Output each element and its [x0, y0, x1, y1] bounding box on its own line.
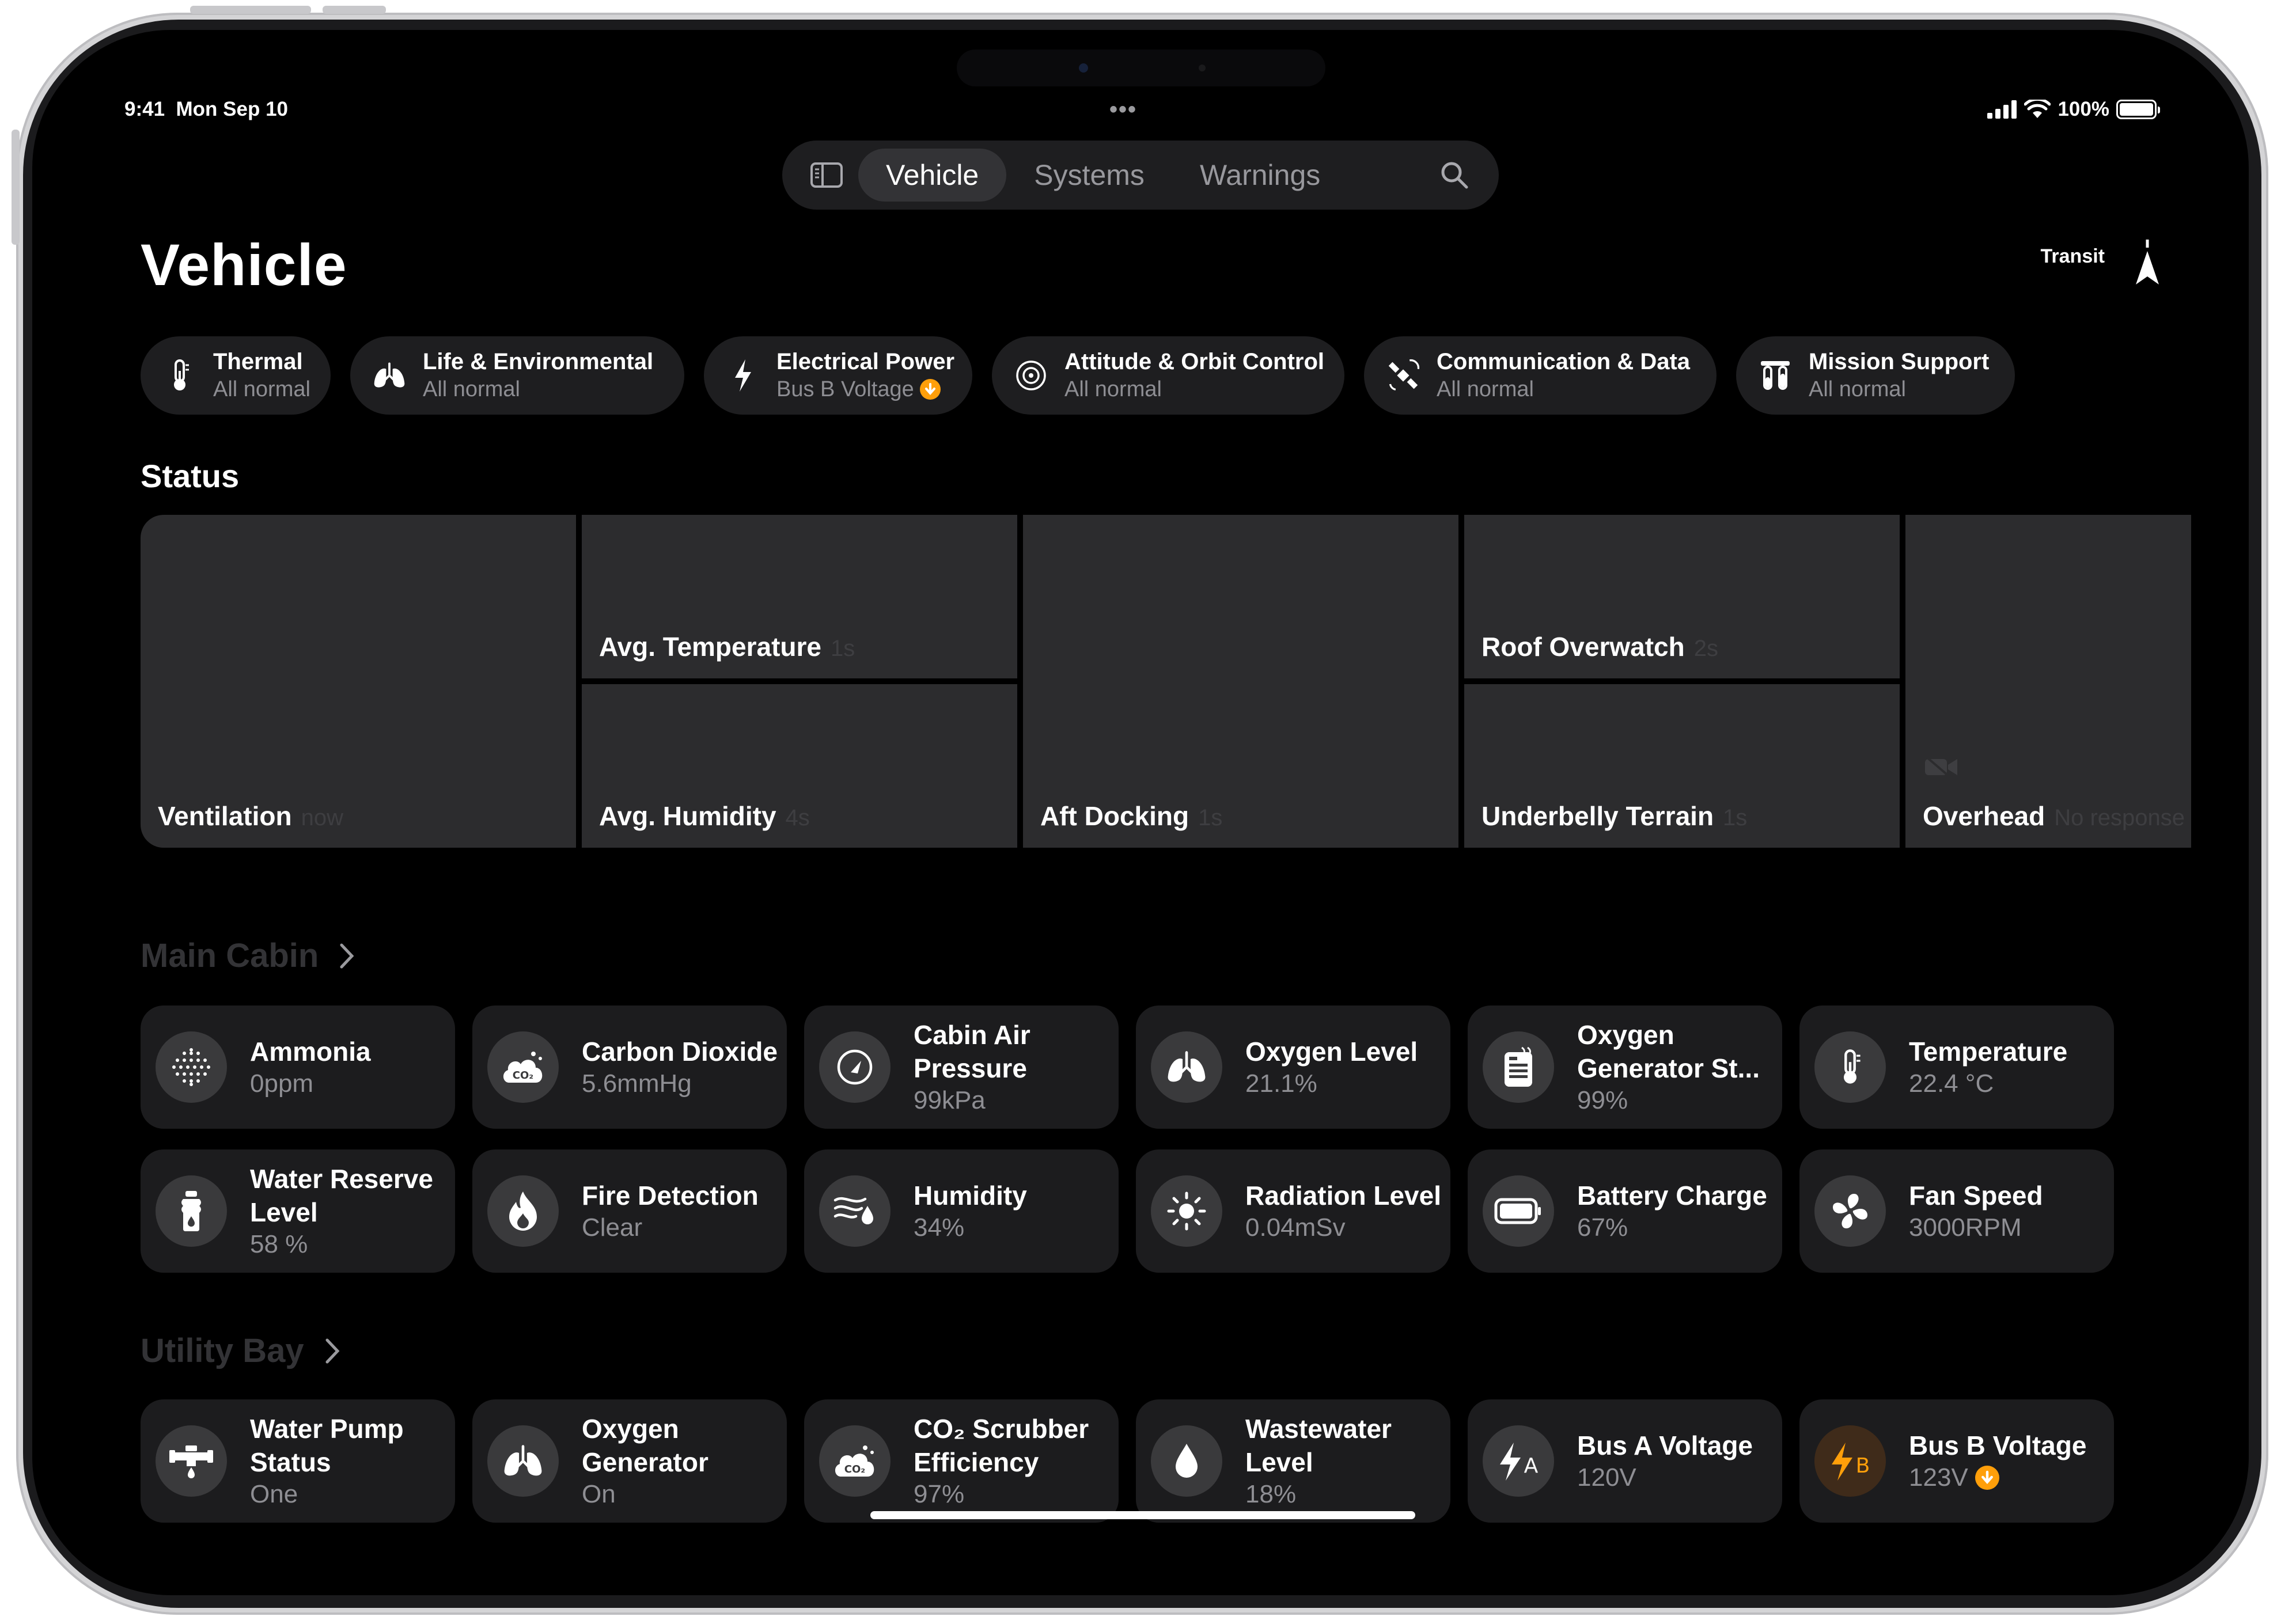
tab-vehicle[interactable]: Vehicle [858, 149, 1007, 202]
page-title: Vehicle [141, 232, 347, 298]
tile-oxygen-generator-status[interactable]: Oxygen Generator St... 99% [1468, 1005, 1782, 1129]
humidity-icon [819, 1175, 891, 1247]
pipe-valve-icon [156, 1425, 227, 1497]
camera-tile[interactable]: Roof Overwatch 2s [1464, 515, 1900, 678]
camera-tile[interactable]: Avg. Humidity 4s [582, 684, 1017, 848]
water-bottle-icon [156, 1175, 227, 1247]
camera-grid: Ventilation now Avg. Temperature 1s Avg. H… [141, 515, 2191, 849]
chevron-right-icon [325, 1338, 340, 1363]
flame-icon [487, 1175, 559, 1247]
status-section-title: Status [141, 458, 240, 494]
multitasking-dots[interactable]: ••• [1109, 97, 1137, 123]
svg-text:B: B [1856, 1454, 1870, 1478]
orbit-icon [1014, 358, 1048, 393]
tab-bar: Vehicle Systems Warnings [782, 141, 1499, 210]
home-indicator[interactable] [870, 1511, 1415, 1519]
svg-text:CO₂: CO₂ [844, 1463, 865, 1475]
battery-icon [2116, 100, 2160, 119]
search-button[interactable] [1423, 160, 1486, 190]
tile-temperature[interactable]: Temperature 22.4 °C [1799, 1005, 2114, 1129]
status-bar: 9:41 Mon Sep 10 ••• 100% [124, 97, 2160, 127]
lungs-icon [1151, 1031, 1222, 1103]
dots-grid-icon [156, 1031, 227, 1103]
sun-icon [1151, 1175, 1222, 1247]
wifi-icon [2024, 100, 2051, 118]
chip-communication-data[interactable]: Communication & Data All normal [1364, 336, 1717, 415]
transit-label: Transit [2040, 245, 2105, 267]
chip-attitude-orbit[interactable]: Attitude & Orbit Control All normal [992, 336, 1344, 415]
camera-tile[interactable]: Overhead No response [1905, 515, 2191, 848]
satellite-icon [1386, 358, 1420, 393]
camera-tile[interactable]: Avg. Temperature 1s [582, 515, 1017, 678]
tab-systems[interactable]: Systems [1006, 149, 1172, 202]
camera-lens [1079, 63, 1088, 73]
tile-oxygen-level[interactable]: Oxygen Level 21.1% [1136, 1005, 1450, 1129]
camera-sensor [1199, 64, 1206, 71]
screen: 9:41 Mon Sep 10 ••• 100% Vehicle Systems… [32, 30, 2249, 1595]
drop-icon [1151, 1425, 1222, 1497]
bolt-b-icon: B [1814, 1425, 1886, 1497]
bolt-icon [726, 358, 760, 393]
tile-water-reserve-level[interactable]: Water Reserve Level 58 % [141, 1149, 455, 1273]
chip-electrical-power[interactable]: Electrical Power Bus B Voltage [704, 336, 972, 415]
camera-tile[interactable]: Aft Docking 1s [1023, 515, 1458, 848]
tile-water-pump-status[interactable]: Water Pump Status One [141, 1399, 455, 1523]
status-right: 100% [1987, 98, 2160, 121]
tile-carbon-dioxide[interactable]: CO₂ Carbon Dioxide 5.6mmHg [472, 1005, 787, 1129]
search-icon [1441, 162, 1468, 189]
signal-icon [1987, 100, 2017, 119]
lungs-icon [372, 358, 407, 393]
chip-mission-support[interactable]: Mission Support All normal [1736, 336, 2015, 415]
top-button [323, 6, 386, 14]
svg-text:A: A [1524, 1454, 1539, 1478]
bolt-a-icon: A [1483, 1425, 1554, 1497]
camera-tile[interactable]: Ventilation now [141, 515, 576, 848]
tile-ammonia[interactable]: Ammonia 0ppm [141, 1005, 455, 1129]
tile-bus-b-voltage[interactable]: B Bus B Voltage 123V [1799, 1399, 2114, 1523]
status-time: 9:41 Mon Sep 10 [124, 98, 288, 120]
camera-off-icon [1925, 756, 1957, 779]
tile-oxygen-generator[interactable]: Oxygen Generator On [472, 1399, 787, 1523]
chip-thermal[interactable]: Thermal All normal [141, 336, 331, 415]
tile-wastewater-level[interactable]: Wastewater Level 18% [1136, 1399, 1450, 1523]
tile-radiation-level[interactable]: Radiation Level 0.04mSv [1136, 1149, 1450, 1273]
chip-life-environmental[interactable]: Life & Environmental All normal [350, 336, 684, 415]
tile-bus-a-voltage[interactable]: A Bus A Voltage 120V [1468, 1399, 1782, 1523]
co2-cloud-icon: CO₂ [819, 1425, 891, 1497]
tab-warnings[interactable]: Warnings [1172, 149, 1348, 202]
sidebar-toggle-button[interactable] [795, 149, 858, 201]
tile-co2-scrubber-efficiency[interactable]: CO₂ CO₂ Scrubber Efficiency 97% [804, 1399, 1119, 1523]
test-tubes-icon [1758, 358, 1793, 393]
navigation-arrow-icon [2136, 240, 2159, 284]
thermometer-icon [1814, 1031, 1886, 1103]
svg-text:CO₂: CO₂ [513, 1069, 533, 1082]
fan-icon [1814, 1175, 1886, 1247]
tile-fan-speed[interactable]: Fan Speed 3000RPM [1799, 1149, 2114, 1273]
gauge-icon [819, 1031, 891, 1103]
tile-cabin-air-pressure[interactable]: Cabin Air Pressure 99kPa [804, 1005, 1119, 1129]
main-cabin-header[interactable]: Main Cabin [141, 936, 354, 975]
utility-bay-header[interactable]: Utility Bay [141, 1331, 340, 1370]
top-button [190, 6, 311, 14]
camera-tile[interactable]: Underbelly Terrain 1s [1464, 684, 1900, 848]
side-button [12, 130, 20, 245]
tile-battery-charge[interactable]: Battery Charge 67% [1468, 1149, 1782, 1273]
tile-humidity[interactable]: Humidity 34% [804, 1149, 1119, 1273]
generator-icon [1483, 1031, 1554, 1103]
chevron-right-icon [340, 943, 354, 968]
lungs-icon [487, 1425, 559, 1497]
tile-fire-detection[interactable]: Fire Detection Clear [472, 1149, 787, 1273]
warning-down-icon [919, 379, 941, 400]
battery-icon [1483, 1175, 1554, 1247]
co2-cloud-icon: CO₂ [487, 1031, 559, 1103]
warning-down-icon [1975, 1466, 1999, 1490]
thermometer-icon [162, 358, 197, 393]
front-camera [957, 50, 1325, 86]
transit-control[interactable]: Transit [2041, 238, 2162, 288]
battery-percent: 100% [2058, 98, 2109, 120]
sidebar-icon [810, 162, 843, 188]
